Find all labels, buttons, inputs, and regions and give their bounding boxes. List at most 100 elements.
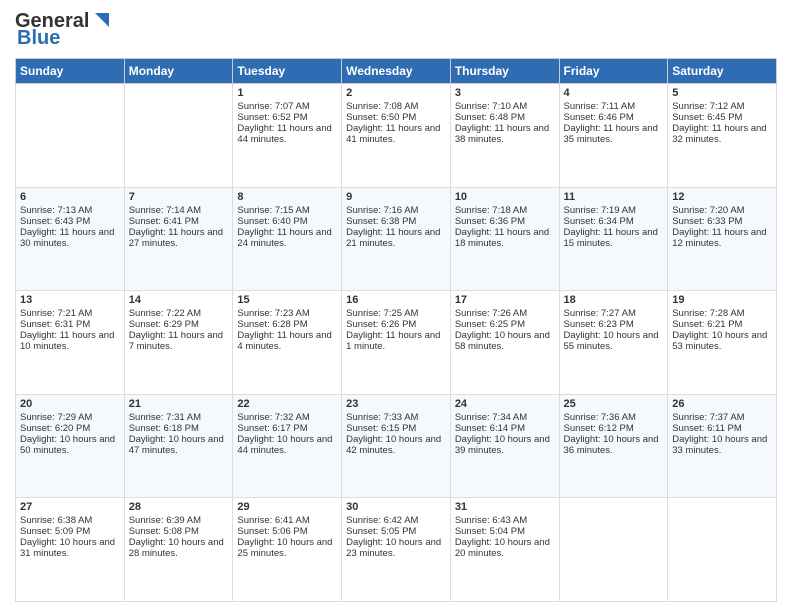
- daylight-text: Daylight: 11 hours and 35 minutes.: [564, 123, 664, 145]
- calendar-cell: 28Sunrise: 6:39 AMSunset: 5:08 PMDayligh…: [124, 498, 233, 602]
- sunrise-text: Sunrise: 7:28 AM: [672, 308, 772, 319]
- sunrise-text: Sunrise: 7:07 AM: [237, 101, 337, 112]
- sunset-text: Sunset: 6:34 PM: [564, 216, 664, 227]
- daylight-text: Daylight: 10 hours and 42 minutes.: [346, 434, 446, 456]
- day-number: 1: [237, 87, 337, 99]
- calendar-cell: 30Sunrise: 6:42 AMSunset: 5:05 PMDayligh…: [342, 498, 451, 602]
- calendar-cell: 31Sunrise: 6:43 AMSunset: 5:04 PMDayligh…: [450, 498, 559, 602]
- sunset-text: Sunset: 6:41 PM: [129, 216, 229, 227]
- daylight-text: Daylight: 10 hours and 31 minutes.: [20, 537, 120, 559]
- sunrise-text: Sunrise: 7:34 AM: [455, 412, 555, 423]
- daylight-text: Daylight: 10 hours and 23 minutes.: [346, 537, 446, 559]
- sunset-text: Sunset: 6:21 PM: [672, 319, 772, 330]
- sunset-text: Sunset: 6:31 PM: [20, 319, 120, 330]
- sunrise-text: Sunrise: 6:41 AM: [237, 515, 337, 526]
- sunset-text: Sunset: 6:15 PM: [346, 423, 446, 434]
- calendar-week-row: 20Sunrise: 7:29 AMSunset: 6:20 PMDayligh…: [16, 394, 777, 498]
- daylight-text: Daylight: 11 hours and 4 minutes.: [237, 330, 337, 352]
- calendar-cell: 6Sunrise: 7:13 AMSunset: 6:43 PMDaylight…: [16, 187, 125, 291]
- day-number: 22: [237, 398, 337, 410]
- sunset-text: Sunset: 6:26 PM: [346, 319, 446, 330]
- sunset-text: Sunset: 6:23 PM: [564, 319, 664, 330]
- sunrise-text: Sunrise: 6:39 AM: [129, 515, 229, 526]
- day-number: 31: [455, 501, 555, 513]
- calendar-cell: 3Sunrise: 7:10 AMSunset: 6:48 PMDaylight…: [450, 84, 559, 188]
- sunset-text: Sunset: 6:43 PM: [20, 216, 120, 227]
- sunrise-text: Sunrise: 7:18 AM: [455, 205, 555, 216]
- calendar-cell: 19Sunrise: 7:28 AMSunset: 6:21 PMDayligh…: [668, 291, 777, 395]
- sunset-text: Sunset: 6:11 PM: [672, 423, 772, 434]
- sunrise-text: Sunrise: 7:14 AM: [129, 205, 229, 216]
- sunset-text: Sunset: 6:17 PM: [237, 423, 337, 434]
- calendar-cell: [559, 498, 668, 602]
- calendar-cell: [124, 84, 233, 188]
- sunrise-text: Sunrise: 7:26 AM: [455, 308, 555, 319]
- daylight-text: Daylight: 11 hours and 18 minutes.: [455, 227, 555, 249]
- sunset-text: Sunset: 6:38 PM: [346, 216, 446, 227]
- sunrise-text: Sunrise: 7:37 AM: [672, 412, 772, 423]
- sunrise-text: Sunrise: 7:21 AM: [20, 308, 120, 319]
- sunrise-text: Sunrise: 6:42 AM: [346, 515, 446, 526]
- daylight-text: Daylight: 10 hours and 25 minutes.: [237, 537, 337, 559]
- sunrise-text: Sunrise: 7:19 AM: [564, 205, 664, 216]
- calendar-cell: 29Sunrise: 6:41 AMSunset: 5:06 PMDayligh…: [233, 498, 342, 602]
- calendar-cell: 11 Sunrise: 7:19 AMSunset: 6:34 PMDayligh…: [559, 187, 668, 291]
- daylight-text: Daylight: 10 hours and 39 minutes.: [455, 434, 555, 456]
- day-number: 10: [455, 191, 555, 203]
- weekday-header-row: SundayMondayTuesdayWednesdayThursdayFrid…: [16, 59, 777, 84]
- day-number: 9: [346, 191, 446, 203]
- calendar-cell: 15Sunrise: 7:23 AMSunset: 6:28 PMDayligh…: [233, 291, 342, 395]
- weekday-header-friday: Friday: [559, 59, 668, 84]
- day-number: 30: [346, 501, 446, 513]
- calendar-cell: 13Sunrise: 7:21 AMSunset: 6:31 PMDayligh…: [16, 291, 125, 395]
- daylight-text: Daylight: 11 hours and 21 minutes.: [346, 227, 446, 249]
- daylight-text: Daylight: 10 hours and 20 minutes.: [455, 537, 555, 559]
- day-number: 11: [564, 191, 664, 203]
- calendar-week-row: 6Sunrise: 7:13 AMSunset: 6:43 PMDaylight…: [16, 187, 777, 291]
- daylight-text: Daylight: 10 hours and 28 minutes.: [129, 537, 229, 559]
- day-number: 8: [237, 191, 337, 203]
- day-number: 20: [20, 398, 120, 410]
- sunset-text: Sunset: 6:12 PM: [564, 423, 664, 434]
- daylight-text: Daylight: 11 hours and 24 minutes.: [237, 227, 337, 249]
- day-number: 25: [564, 398, 664, 410]
- calendar-cell: 4Sunrise: 7:11 AMSunset: 6:46 PMDaylight…: [559, 84, 668, 188]
- calendar-cell: 27Sunrise: 6:38 AMSunset: 5:09 PMDayligh…: [16, 498, 125, 602]
- sunset-text: Sunset: 6:48 PM: [455, 112, 555, 123]
- day-number: 17: [455, 294, 555, 306]
- day-number: 29: [237, 501, 337, 513]
- daylight-text: Daylight: 11 hours and 38 minutes.: [455, 123, 555, 145]
- sunrise-text: Sunrise: 7:10 AM: [455, 101, 555, 112]
- daylight-text: Daylight: 11 hours and 30 minutes.: [20, 227, 120, 249]
- sunset-text: Sunset: 6:33 PM: [672, 216, 772, 227]
- calendar-cell: [16, 84, 125, 188]
- calendar-cell: 14Sunrise: 7:22 AMSunset: 6:29 PMDayligh…: [124, 291, 233, 395]
- sunset-text: Sunset: 6:36 PM: [455, 216, 555, 227]
- sunset-text: Sunset: 6:52 PM: [237, 112, 337, 123]
- calendar-cell: 7Sunrise: 7:14 AMSunset: 6:41 PMDaylight…: [124, 187, 233, 291]
- sunset-text: Sunset: 6:46 PM: [564, 112, 664, 123]
- calendar-cell: 5Sunrise: 7:12 AMSunset: 6:45 PMDaylight…: [668, 84, 777, 188]
- day-number: 21: [129, 398, 229, 410]
- sunrise-text: Sunrise: 7:20 AM: [672, 205, 772, 216]
- weekday-header-saturday: Saturday: [668, 59, 777, 84]
- sunset-text: Sunset: 6:28 PM: [237, 319, 337, 330]
- calendar-cell: 18Sunrise: 7:27 AMSunset: 6:23 PMDayligh…: [559, 291, 668, 395]
- day-number: 16: [346, 294, 446, 306]
- weekday-header-tuesday: Tuesday: [233, 59, 342, 84]
- calendar-cell: 25Sunrise: 7:36 AMSunset: 6:12 PMDayligh…: [559, 394, 668, 498]
- calendar-cell: 10 Sunrise: 7:18 AMSunset: 6:36 PMDayligh…: [450, 187, 559, 291]
- page-header: General Blue: [15, 10, 777, 50]
- daylight-text: Daylight: 10 hours and 53 minutes.: [672, 330, 772, 352]
- logo-arrow-icon: [91, 9, 113, 31]
- sunrise-text: Sunrise: 6:38 AM: [20, 515, 120, 526]
- logo: General Blue: [15, 10, 113, 50]
- day-number: 2: [346, 87, 446, 99]
- sunset-text: Sunset: 6:40 PM: [237, 216, 337, 227]
- day-number: 24: [455, 398, 555, 410]
- daylight-text: Daylight: 11 hours and 15 minutes.: [564, 227, 664, 249]
- calendar-cell: 2Sunrise: 7:08 AMSunset: 6:50 PMDaylight…: [342, 84, 451, 188]
- calendar-cell: 9Sunrise: 7:16 AMSunset: 6:38 PMDaylight…: [342, 187, 451, 291]
- daylight-text: Daylight: 11 hours and 41 minutes.: [346, 123, 446, 145]
- day-number: 5: [672, 87, 772, 99]
